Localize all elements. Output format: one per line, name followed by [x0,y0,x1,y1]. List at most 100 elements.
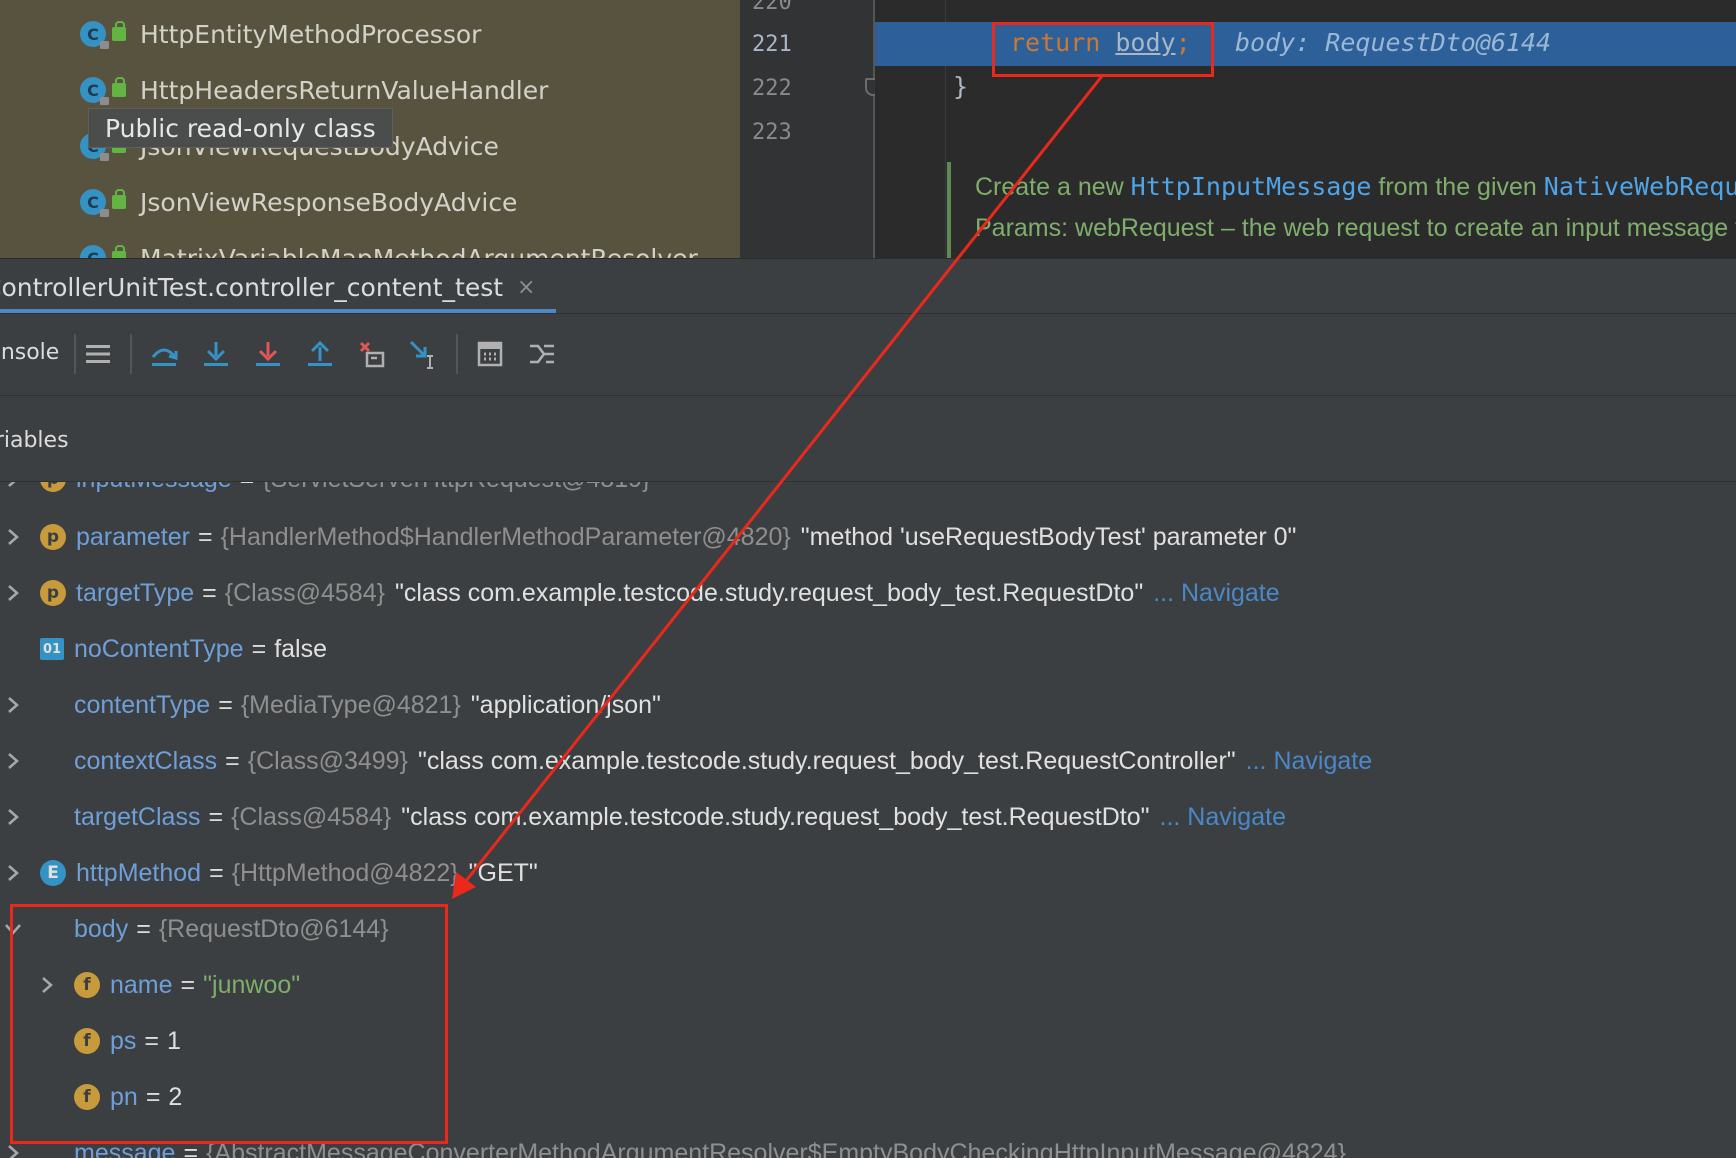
toolbar-separator [456,334,458,374]
field-name: name [110,970,173,999]
chevron-right-icon[interactable] [0,482,26,488]
field-row[interactable]: f ps = 1 [34,1018,1736,1064]
doc-code-ref[interactable]: NativeWebRequest [1544,172,1736,201]
variable-row[interactable]: p inputMessage = {ServletServerHttpReque… [0,482,1736,502]
parameter-icon: p [40,524,66,550]
debug-tab-title: ControllerUnitTest.controller_content_te… [0,272,504,302]
variable-row[interactable]: p parameter = {HandlerMethod$HandlerMeth… [0,514,1736,560]
inline-debug-value: body: RequestDto@6144 [1235,28,1552,57]
variable-row[interactable]: targetClass = {Class@4584} "class com.ex… [0,794,1736,840]
navigate-link[interactable]: ... Navigate [1246,747,1372,776]
force-step-into-icon[interactable] [250,336,286,372]
toolbar-separator [130,334,132,374]
object-icon [40,1141,64,1158]
chevron-right-icon[interactable] [0,528,26,546]
line-number: 223 [752,120,792,145]
equals-sign: = [218,690,233,719]
variable-row[interactable]: p targetType = {Class@4584} "class com.e… [0,570,1736,616]
step-into-icon[interactable] [198,336,234,372]
trace-stream-icon[interactable] [524,336,560,372]
equals-sign: = [183,1138,199,1158]
variable-value: "method 'useRequestBodyTest' parameter 0… [800,522,1297,551]
step-over-icon[interactable] [146,336,182,372]
drop-frame-icon[interactable] [354,336,390,372]
debug-session-tab[interactable]: ControllerUnitTest.controller_content_te… [0,259,553,315]
field-name: pn [110,1082,138,1111]
chevron-right-icon[interactable] [0,752,26,770]
closing-brace: } [953,72,969,101]
equals-sign: = [202,578,217,607]
run-to-cursor-icon[interactable] [406,336,442,372]
console-tab[interactable]: Console [0,340,59,365]
chevron-right-icon[interactable] [0,696,26,714]
doc-line-1: Create a new HttpInputMessage from the g… [975,172,1736,202]
variable-type: {MediaType@4821} [240,690,461,719]
variable-value: false [274,634,327,663]
parameter-icon: p [40,580,66,606]
field-row[interactable]: f name = "junwoo" [34,962,1736,1008]
equals-sign: = [180,970,196,999]
code-editor[interactable]: return body; body: RequestDto@6144 } Cre… [875,0,1736,258]
tree-item-label: HttpHeadersReturnValueHandler [140,75,549,105]
variable-name: parameter [76,522,190,551]
variable-row[interactable]: 01 noContentType = false [0,626,1736,672]
variable-row[interactable]: contentType = {MediaType@4821} "applicat… [0,682,1736,728]
class-icon: C [80,21,109,49]
variable-row[interactable]: message = {AbstractMessageConverterMetho… [0,1130,1736,1158]
navigate-link[interactable]: ... Navigate [1160,803,1286,832]
equals-sign: = [208,802,224,831]
lock-icon [112,77,126,97]
field-value: 2 [168,1082,183,1111]
variable-name: contextClass [74,746,218,775]
tree-item[interactable]: C HttpHeadersReturnValueHandler [80,70,548,110]
field-row[interactable]: f pn = 2 [34,1074,1736,1120]
variable-value: "GET" [468,858,538,887]
layout-menu-icon[interactable] [80,336,116,372]
tree-item[interactable]: C JsonViewResponseBodyAdvice [80,182,517,222]
chevron-right-icon[interactable] [0,808,26,826]
equals-sign: = [144,1026,160,1055]
step-out-icon[interactable] [302,336,338,372]
variable-type: {ServletServerHttpRequest@4819} [262,482,650,494]
doc-comment-bar [947,162,951,258]
tree-item[interactable]: C MatrixVariableMapMethodArgumentResolve… [80,238,698,258]
tooltip: Public read-only class [88,108,393,148]
variable-type: {HandlerMethod$HandlerMethodParameter@48… [220,522,791,551]
project-tree-pane: C HttpEntityMethodProcessor C HttpHeader… [0,0,740,258]
field-value: "junwoo" [203,970,301,999]
variable-value: "class com.example.testcode.study.reques… [394,578,1144,607]
object-icon [40,693,64,717]
doc-code-ref[interactable]: HttpInputMessage [1131,172,1372,201]
doc-text: Create a new [975,173,1131,201]
chevron-down-icon[interactable] [0,922,26,936]
chevron-right-icon[interactable] [0,584,26,602]
doc-text: from the given [1371,173,1544,201]
debug-toolbar: Console [0,314,1736,396]
variable-row-body[interactable]: body = {RequestDto@6144} [0,906,1736,952]
field-icon: f [74,1084,100,1110]
identifier-body[interactable]: body [1115,28,1175,57]
close-icon[interactable]: × [517,275,535,300]
variable-type: {Class@3499} [247,746,408,775]
variables-tree[interactable]: p inputMessage = {ServletServerHttpReque… [0,482,1736,1158]
active-tab-indicator [0,309,556,313]
variable-name: httpMethod [76,858,202,887]
chevron-right-icon[interactable] [0,1144,26,1158]
chevron-right-icon[interactable] [34,976,60,994]
tree-item[interactable]: C HttpEntityMethodProcessor [80,14,481,54]
code-line-return: return body; [1010,28,1191,57]
variables-header: Variables [0,396,1736,482]
field-value: 1 [167,1026,181,1055]
semicolon: ; [1175,28,1191,57]
variable-row[interactable]: E httpMethod = {HttpMethod@4822} "GET" [0,850,1736,896]
keyword-return: return [1010,28,1101,57]
chevron-right-icon[interactable] [0,864,26,882]
variable-row[interactable]: contextClass = {Class@3499} "class com.e… [0,738,1736,784]
lock-icon [112,21,126,41]
navigate-link[interactable]: ... Navigate [1153,579,1279,608]
equals-sign: = [209,858,224,887]
object-icon [40,917,64,941]
variable-value: "application/json" [470,690,661,719]
evaluate-expression-icon[interactable] [472,336,508,372]
object-icon [40,749,64,773]
